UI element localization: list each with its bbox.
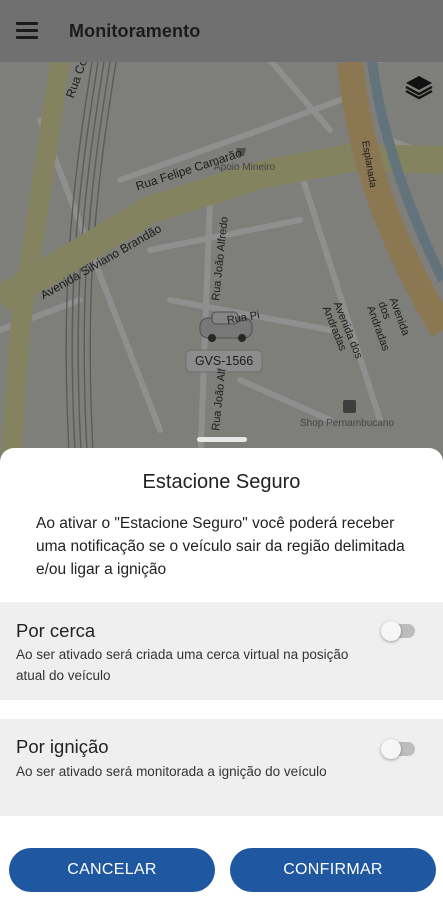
toggle-knob [381, 621, 401, 641]
confirm-button[interactable]: CONFIRMAR [230, 848, 436, 892]
sheet-description: Ao ativar o "Estacione Seguro" você pode… [36, 515, 405, 578]
map-view[interactable]: Rua Cor Rua Felipe Camarão Apoio Mineiro… [0, 0, 443, 470]
option-description: Ao ser ativado será monitorada a ignição… [16, 764, 327, 779]
option-por-ignicao[interactable]: Por ignição Ao ser ativado será monitora… [0, 719, 443, 816]
option-title: Por cerca [16, 620, 96, 641]
por-cerca-toggle[interactable] [381, 621, 415, 641]
app-bar: Monitoramento [0, 0, 443, 62]
modal-scrim[interactable] [0, 0, 443, 470]
page-title: Monitoramento [69, 21, 201, 41]
option-por-cerca[interactable]: Por cerca Ao ser ativado será criada uma… [0, 602, 443, 700]
layers-button[interactable] [402, 72, 436, 102]
hamburger-menu-icon[interactable] [16, 22, 38, 40]
por-ignicao-toggle[interactable] [381, 739, 415, 759]
option-title: Por ignição [16, 736, 109, 757]
sheet-title: Estacione Seguro [142, 471, 301, 493]
layers-icon [405, 76, 433, 100]
option-description: Ao ser ativado será criada uma cerca vir… [16, 647, 349, 683]
sheet-drag-handle[interactable] [197, 437, 247, 442]
toggle-knob [381, 739, 401, 759]
cancel-button[interactable]: CANCELAR [9, 848, 215, 892]
